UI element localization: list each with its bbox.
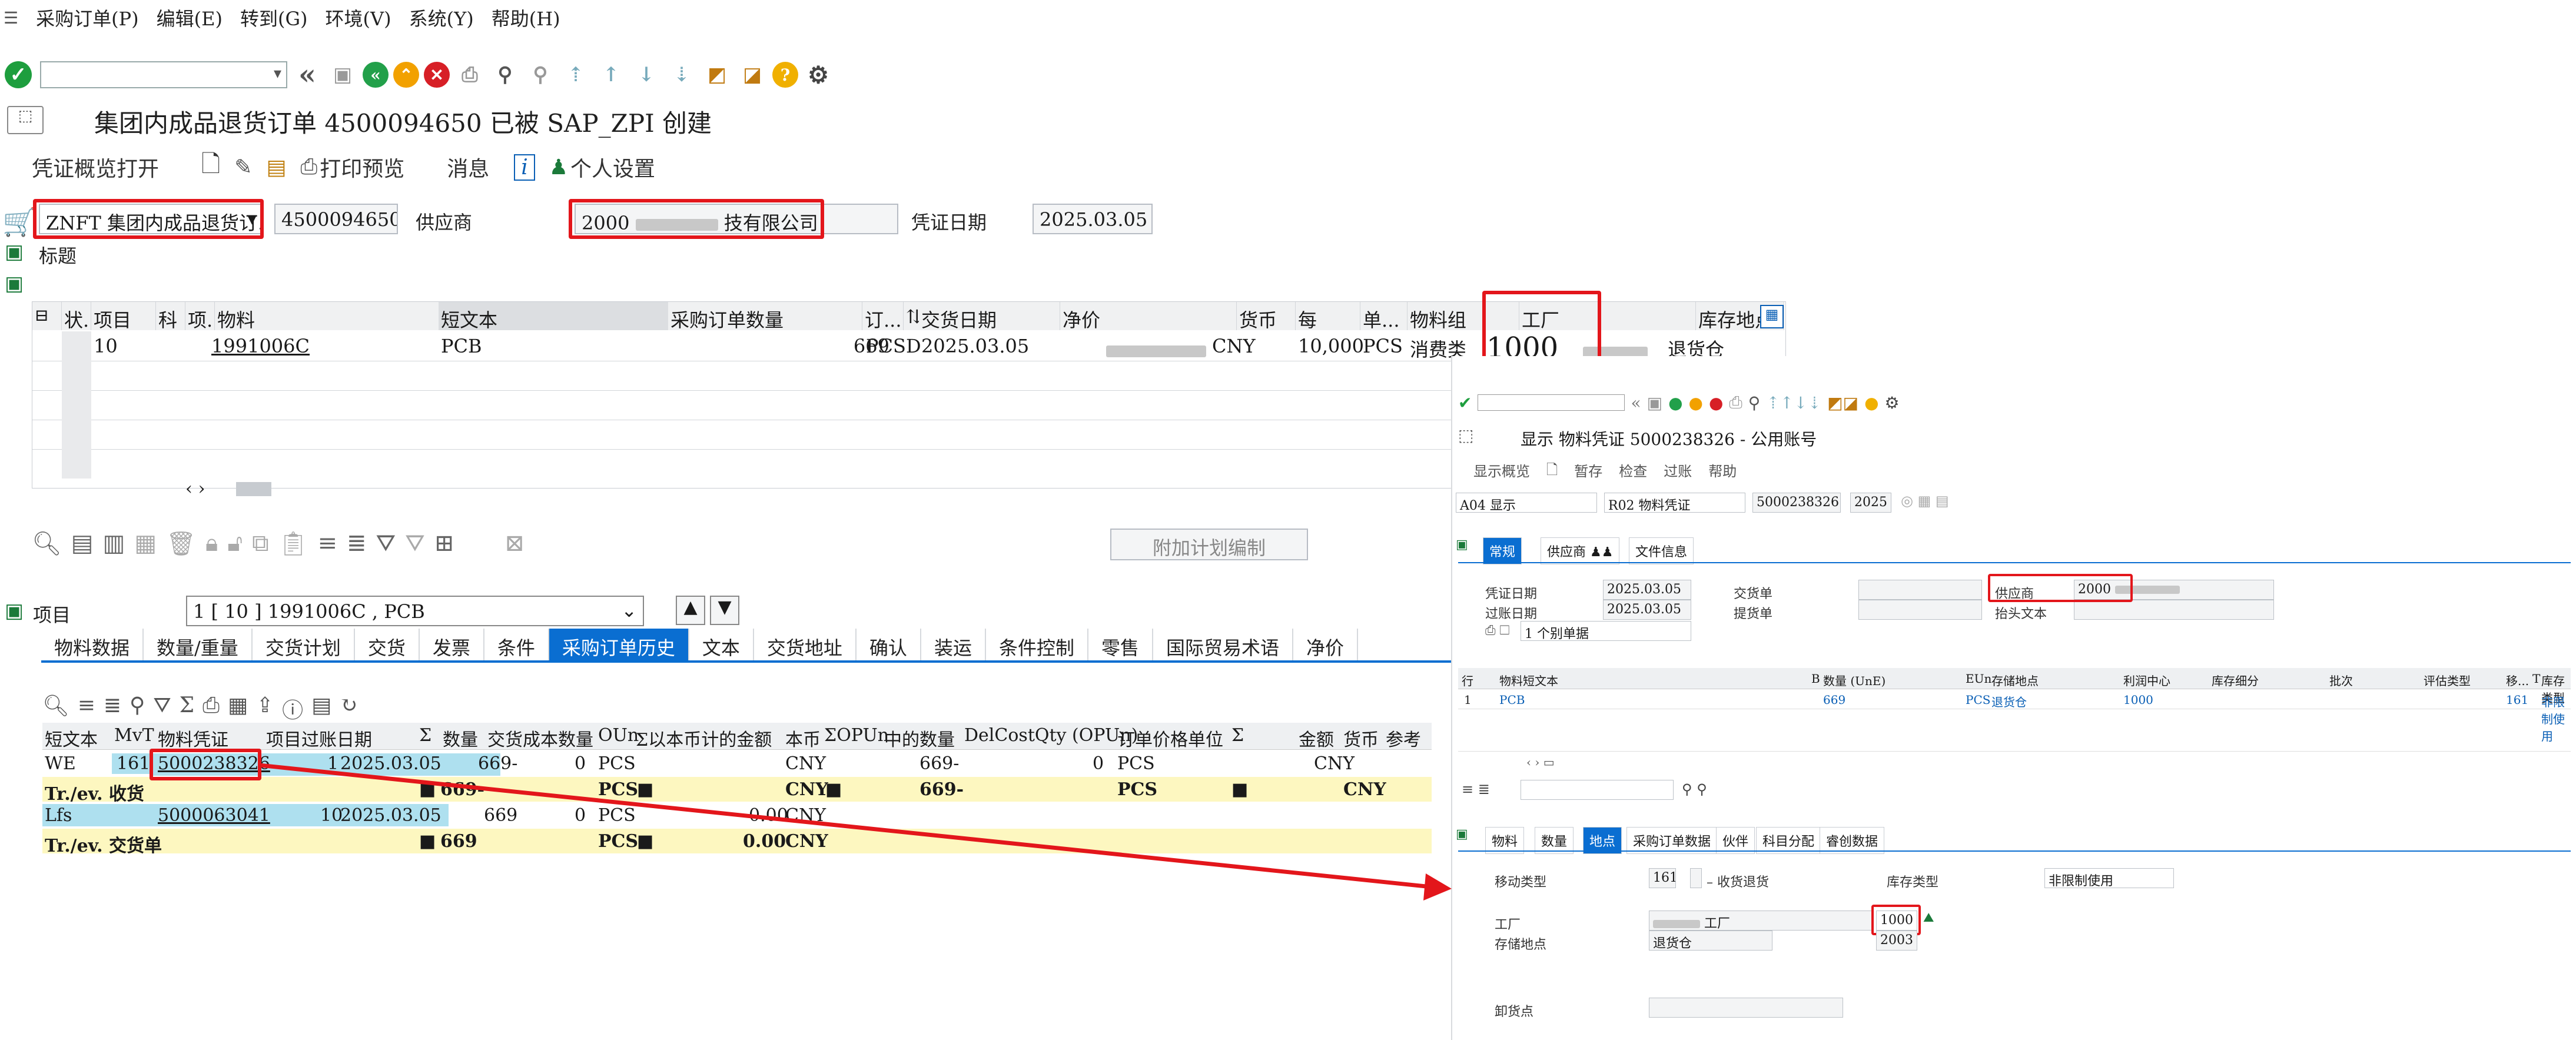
annotation-arrow [258, 763, 1452, 901]
